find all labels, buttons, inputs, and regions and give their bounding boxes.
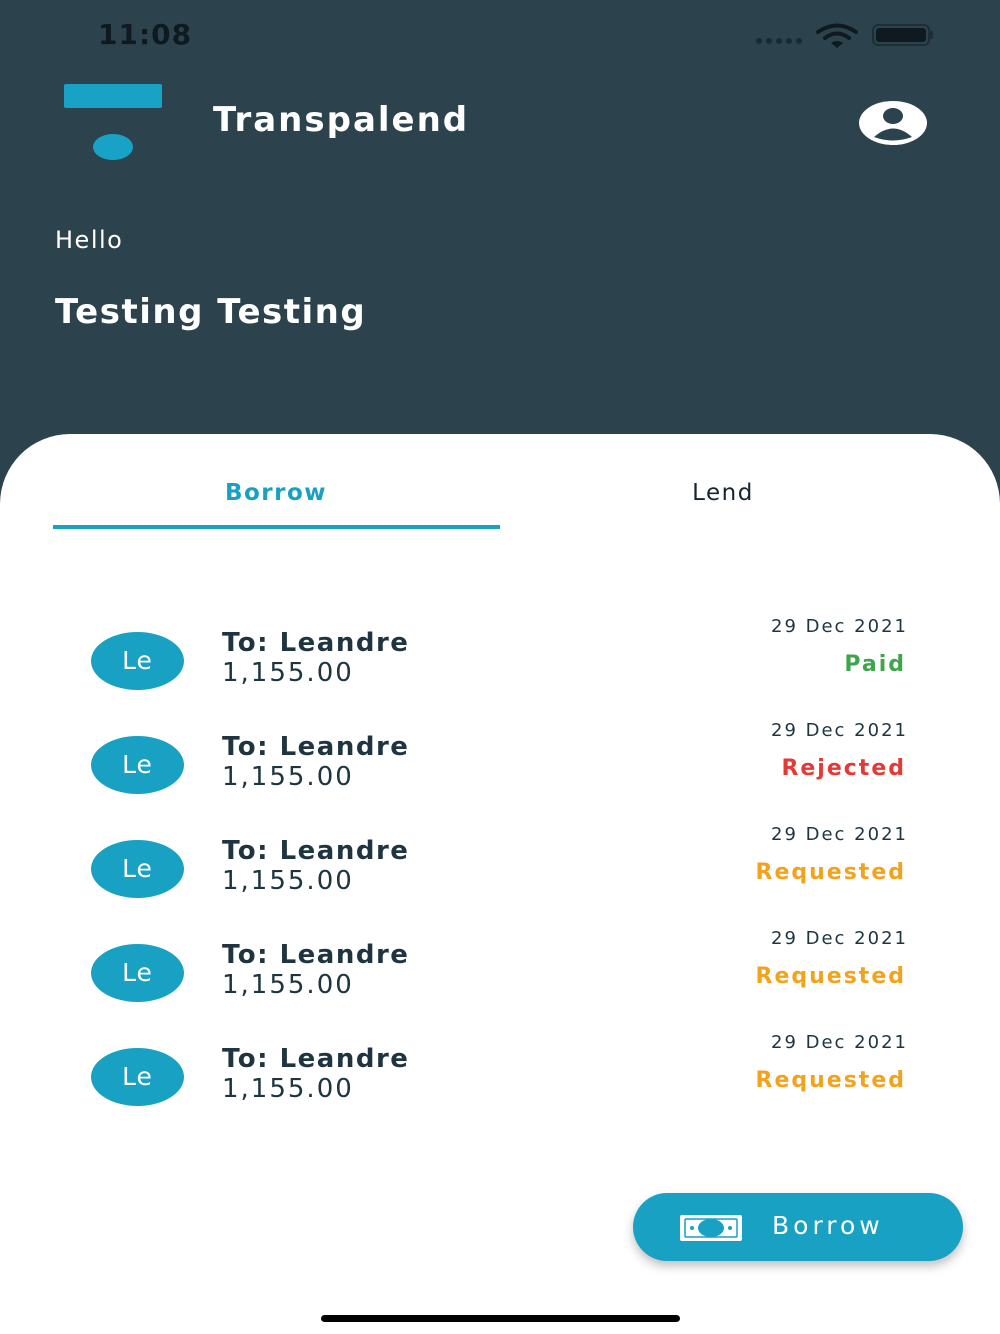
transaction-date: 29 Dec 2021 xyxy=(771,824,908,845)
greeting-label: Hello xyxy=(55,226,124,254)
transaction-amount: 1,155.00 xyxy=(222,866,354,896)
avatar: Le xyxy=(91,1048,184,1106)
transaction-amount: 1,155.00 xyxy=(222,1074,354,1104)
transaction-row[interactable]: Le To: Leandre 1,155.00 29 Dec 2021 Reje… xyxy=(0,706,1000,810)
active-tab-indicator xyxy=(53,525,500,529)
transaction-recipient: To: Leandre xyxy=(222,940,410,970)
transaction-row[interactable]: Le To: Leandre 1,155.00 29 Dec 2021 Paid xyxy=(0,602,1000,706)
transaction-date: 29 Dec 2021 xyxy=(771,928,908,949)
status-time: 11:08 xyxy=(98,18,193,51)
wifi-icon xyxy=(816,23,858,48)
status-badge: Requested xyxy=(755,964,906,989)
avatar: Le xyxy=(91,944,184,1002)
user-icon xyxy=(859,101,927,145)
status-badge: Paid xyxy=(844,652,906,677)
tab-borrow[interactable]: Borrow xyxy=(53,480,499,530)
transaction-recipient: To: Leandre xyxy=(222,628,410,658)
status-badge: Requested xyxy=(755,860,906,885)
borrow-button-label: Borrow xyxy=(772,1211,884,1240)
avatar: Le xyxy=(91,632,184,690)
status-badge: Requested xyxy=(755,1068,906,1093)
money-icon xyxy=(680,1215,742,1241)
cellular-signal-icon xyxy=(756,38,806,44)
transpalend-logo-icon xyxy=(64,84,164,160)
battery-icon xyxy=(872,24,933,46)
status-bar: 11:08 xyxy=(0,0,1000,70)
borrow-button[interactable]: Borrow xyxy=(633,1193,963,1261)
profile-button[interactable] xyxy=(858,100,928,146)
transaction-recipient: To: Leandre xyxy=(222,732,410,762)
transaction-amount: 1,155.00 xyxy=(222,970,354,1000)
transaction-recipient: To: Leandre xyxy=(222,836,410,866)
transaction-row[interactable]: Le To: Leandre 1,155.00 29 Dec 2021 Requ… xyxy=(0,914,1000,1018)
transaction-recipient: To: Leandre xyxy=(222,1044,410,1074)
transaction-date: 29 Dec 2021 xyxy=(771,616,908,637)
app-title: Transpalend xyxy=(213,100,470,140)
transaction-row[interactable]: Le To: Leandre 1,155.00 29 Dec 2021 Requ… xyxy=(0,810,1000,914)
transaction-amount: 1,155.00 xyxy=(222,762,354,792)
transaction-date: 29 Dec 2021 xyxy=(771,720,908,741)
transaction-date: 29 Dec 2021 xyxy=(771,1032,908,1053)
transaction-row[interactable]: Le To: Leandre 1,155.00 29 Dec 2021 Requ… xyxy=(0,1018,1000,1122)
tab-lend[interactable]: Lend xyxy=(500,480,946,530)
user-name: Testing Testing xyxy=(55,292,367,332)
home-indicator[interactable] xyxy=(321,1315,680,1322)
transaction-amount: 1,155.00 xyxy=(222,658,354,688)
status-badge: Rejected xyxy=(781,756,906,781)
avatar: Le xyxy=(91,840,184,898)
avatar: Le xyxy=(91,736,184,794)
app-header: Transpalend xyxy=(0,70,1000,190)
